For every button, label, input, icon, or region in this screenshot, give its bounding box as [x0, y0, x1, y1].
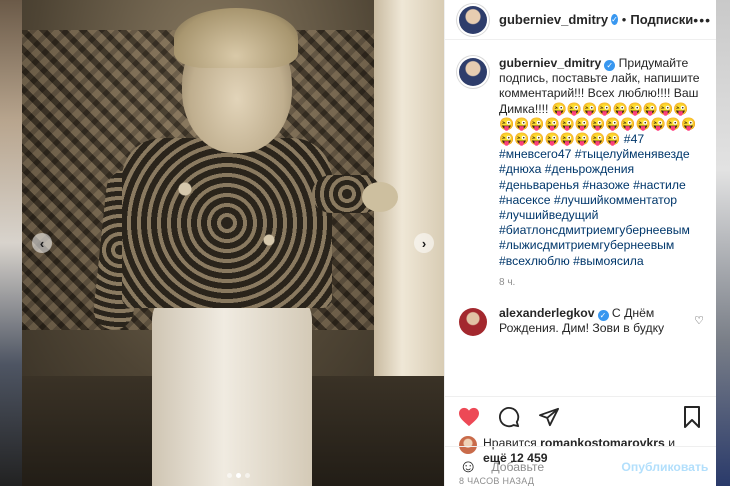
hashtag-link[interactable]: #насексе [499, 193, 551, 207]
hashtag-link[interactable]: #тыцелуйменявезде [575, 147, 690, 161]
post-actions [445, 396, 716, 436]
header-separator: • [621, 12, 627, 27]
feed-behind-left [0, 0, 22, 486]
hashtag-link[interactable]: #деньваренья [499, 178, 579, 192]
chevron-left-icon: ‹ [39, 235, 45, 251]
avatar[interactable] [459, 307, 487, 336]
emoji-icon[interactable]: ☺ [459, 456, 477, 477]
post-caption: guberniev_dmitry ✓ Придумайте подпись, по… [459, 56, 702, 269]
caption-hashtags: #47 #мневсего47 #тыцелуйменявезде #днюха… [499, 132, 690, 268]
hashtag-link[interactable]: #днюха [499, 162, 541, 176]
feed-behind-right [716, 0, 730, 486]
comment-button[interactable] [497, 405, 521, 429]
post-modal: ‹ › guberniev_dmitry ✓ • Подписки ••• gu… [22, 0, 716, 486]
comment-item: alexanderlegkov ✓ С Днём Рождения. Дим! З… [459, 306, 704, 336]
hashtag-link[interactable]: #деньрождения [545, 162, 634, 176]
carousel-dot-active[interactable] [236, 473, 241, 478]
photo-child-shirt [122, 138, 332, 308]
hashtag-link[interactable]: #вымоясила [573, 254, 644, 268]
share-icon [539, 407, 559, 426]
heart-icon [459, 407, 479, 426]
photo-child-hair [174, 8, 298, 68]
hashtag-link[interactable]: #лучшийведущий [499, 208, 598, 222]
hashtag-link[interactable]: #мневсего47 [499, 147, 571, 161]
comment-icon [499, 406, 520, 427]
bookmark-icon [684, 405, 700, 428]
avatar[interactable] [459, 5, 487, 34]
comments-section[interactable]: guberniev_dmitry ✓ Придумайте подпись, по… [445, 40, 716, 396]
verified-badge-icon: ✓ [604, 60, 616, 72]
save-button[interactable] [680, 405, 704, 429]
comment-input[interactable] [491, 459, 622, 474]
add-comment-bar: ☺ Опубликовать [445, 446, 716, 486]
publish-button[interactable]: Опубликовать [621, 460, 708, 474]
like-button[interactable] [457, 405, 481, 429]
comment-text: alexanderlegkov ✓ С Днём Рождения. Дим! З… [499, 306, 685, 336]
caption-text: guberniev_dmitry ✓ Придумайте подпись, по… [499, 56, 702, 269]
carousel-prev-button[interactable]: ‹ [32, 233, 52, 253]
hashtag-link[interactable]: #настиле [633, 178, 686, 192]
more-icon[interactable]: ••• [693, 12, 711, 28]
hashtag-link[interactable]: #47 [624, 132, 644, 146]
caption-username-link[interactable]: guberniev_dmitry [499, 56, 601, 70]
post-header: guberniev_dmitry ✓ • Подписки ••• [445, 0, 716, 40]
carousel-dot[interactable] [245, 473, 250, 478]
hashtag-link[interactable]: #лучшийкомментатор [554, 193, 677, 207]
carousel-dots [227, 473, 250, 478]
post-photo[interactable]: ‹ › [22, 0, 444, 486]
verified-badge-icon: ✓ [611, 14, 618, 25]
hashtag-link[interactable]: #биатлонсдмитриемгубернеевым [499, 223, 690, 237]
hashtag-link[interactable]: #назоже [583, 178, 630, 192]
carousel-dot[interactable] [227, 473, 232, 478]
post-side-panel: guberniev_dmitry ✓ • Подписки ••• gubern… [444, 0, 716, 486]
verified-badge-icon: ✓ [597, 309, 609, 321]
caption-timestamp[interactable]: 8 ч. [499, 277, 702, 288]
share-button[interactable] [537, 405, 561, 429]
comment-like-heart-icon[interactable]: ♡ [694, 314, 704, 327]
author-username-link[interactable]: guberniev_dmitry [499, 12, 608, 27]
comment-username-link[interactable]: alexanderlegkov [499, 306, 595, 320]
hashtag-link[interactable]: #лыжисдмитриемгубернеевым [499, 238, 674, 252]
carousel-next-button[interactable]: › [414, 233, 434, 253]
chevron-right-icon: › [421, 235, 427, 251]
photo-child-legs [152, 290, 312, 486]
avatar[interactable] [459, 58, 487, 86]
hashtag-link[interactable]: #всехлюблю [499, 254, 570, 268]
photo-child-hand [362, 182, 398, 212]
following-button[interactable]: Подписки [630, 12, 693, 27]
